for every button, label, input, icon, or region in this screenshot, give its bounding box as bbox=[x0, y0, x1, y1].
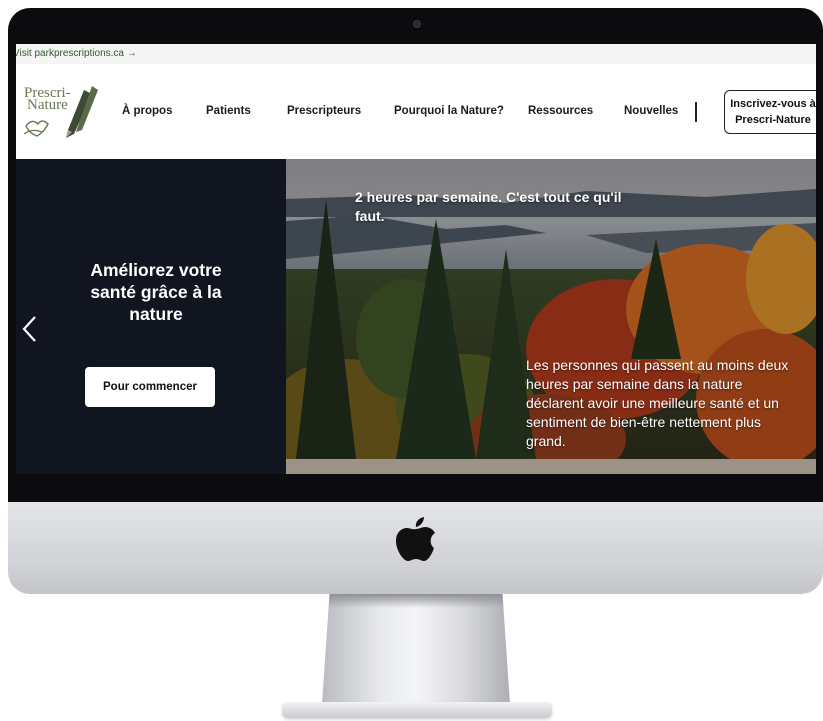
prescri-nature-logo[interactable]: Prescri- Nature bbox=[22, 84, 102, 144]
nav-item-ressources[interactable]: Ressources bbox=[528, 105, 593, 117]
parkprescriptions-link[interactable]: Visit parkprescriptions.ca → bbox=[16, 44, 137, 64]
hero-caption: 2 heures par semaine. C'est tout ce qu'i… bbox=[355, 189, 622, 224]
imac-stand bbox=[322, 594, 510, 704]
logo-text-line2: Nature bbox=[27, 97, 68, 113]
imac-stand-shadow bbox=[328, 594, 504, 608]
get-started-button[interactable]: Pour commencer bbox=[85, 367, 215, 407]
imac-base bbox=[282, 702, 552, 718]
hero-heading: Améliorez votre santé grâce à la nature bbox=[90, 260, 222, 324]
announcement-bar: Visit parkprescriptions.ca → bbox=[16, 44, 816, 64]
apple-logo-icon bbox=[396, 517, 435, 561]
nav-item-prescripteurs[interactable]: Prescripteurs bbox=[287, 105, 361, 117]
nav-item-patients[interactable]: Patients bbox=[206, 105, 251, 117]
browser-screen: Visit parkprescriptions.ca → Prescri- Na… bbox=[16, 44, 816, 474]
hero-landscape-image: 2 heures par semaine. C'est tout ce qu'i… bbox=[286, 159, 816, 474]
nav-item-a-propos[interactable]: À propos bbox=[122, 105, 172, 117]
site-header: Prescri- Nature À propos Patients Prescr… bbox=[16, 64, 816, 160]
nav-divider bbox=[695, 102, 697, 122]
signup-button[interactable]: Inscrivez-vous à Prescri-Nature bbox=[724, 90, 816, 134]
hero-body-text: Les personnes qui passent au moins deux … bbox=[526, 357, 789, 449]
nav-item-nouvelles[interactable]: Nouvelles bbox=[624, 105, 678, 117]
hero-panel: Améliorez votre santé grâce à la nature … bbox=[16, 159, 286, 474]
nav-item-pourquoi-la-nature[interactable]: Pourquoi la Nature? bbox=[394, 105, 504, 117]
camera-icon bbox=[413, 20, 421, 28]
chevron-left-icon[interactable] bbox=[21, 314, 39, 344]
